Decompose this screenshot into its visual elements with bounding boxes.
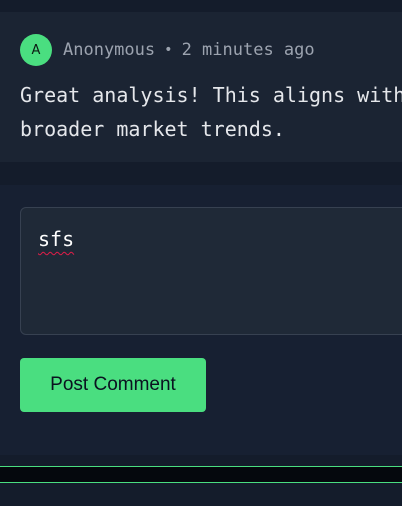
comment-author: Anonymous: [63, 40, 156, 60]
comment-input[interactable]: sfs: [20, 207, 402, 335]
separator-dot: •: [164, 42, 173, 58]
comment-text-line-2: broader market trends.: [20, 117, 285, 141]
comment-input-value: sfs: [38, 227, 75, 251]
post-comment-button[interactable]: Post Comment: [20, 358, 206, 412]
comment-composer: sfs Post Comment: [0, 185, 402, 455]
avatar: A: [20, 34, 52, 66]
comment-text-line-1: Great analysis! This aligns with: [20, 83, 402, 107]
footer-divider: [0, 466, 402, 483]
comment-text: Great analysis! This aligns with broader…: [20, 78, 402, 146]
comment-timestamp: 2 minutes ago: [181, 40, 315, 60]
comment-meta: A Anonymous • 2 minutes ago: [20, 34, 315, 66]
page: A Anonymous • 2 minutes ago Great analys…: [0, 0, 402, 506]
comment-card: A Anonymous • 2 minutes ago Great analys…: [0, 12, 402, 162]
